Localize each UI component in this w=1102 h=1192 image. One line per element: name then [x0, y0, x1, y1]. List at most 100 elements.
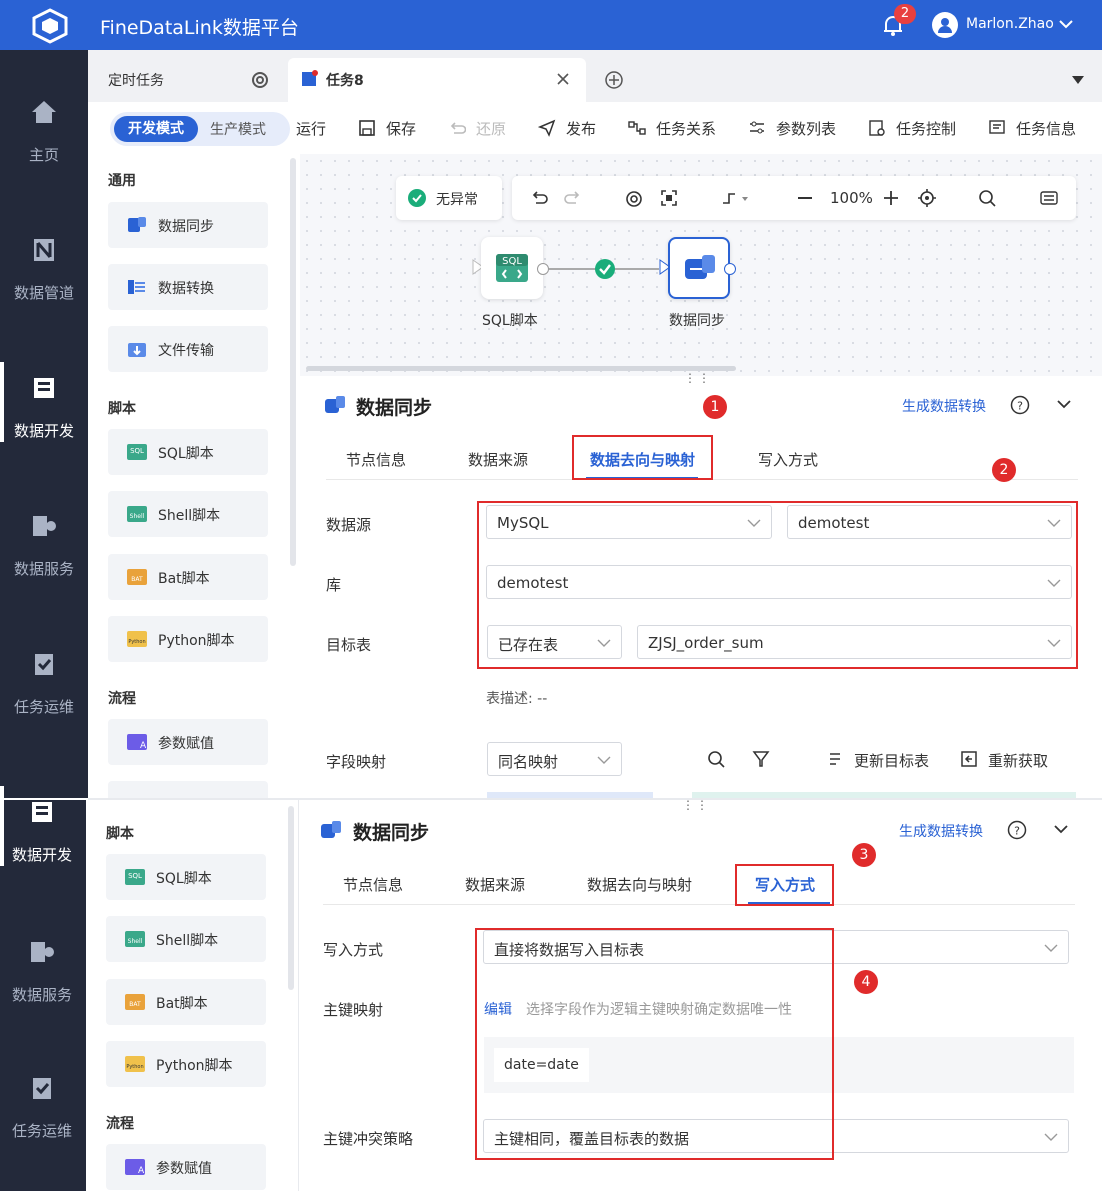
prod-mode-button[interactable]: 生产模式 [210, 119, 266, 139]
sidebar-item-ops[interactable]: 任务运维 [0, 648, 88, 768]
sidebar-item-service[interactable]: 数据服务 [0, 510, 88, 630]
update-target-icon [830, 753, 840, 765]
filter-icon[interactable] [752, 750, 770, 768]
sidebar-label: 数据服务 [11, 986, 72, 1004]
flow-node-data-sync[interactable] [668, 237, 730, 299]
node-item-label: Bat脚本 [158, 571, 210, 587]
sidebar-label: 数据管道 [13, 284, 74, 302]
svg-text:A: A [138, 1166, 145, 1176]
chevron-down-icon[interactable] [1058, 16, 1074, 32]
keyboard-icon[interactable] [1040, 191, 1058, 205]
sidebar-item-service[interactable]: 数据服务 [0, 936, 88, 1056]
generate-transform-link[interactable]: 生成数据转换 [899, 821, 983, 841]
datasource-label: 数据源 [326, 516, 372, 534]
tab-scheduled[interactable]: 定时任务 [108, 70, 164, 90]
restore-button[interactable]: 还原 [476, 118, 506, 139]
step-marker-1: 1 [703, 395, 727, 419]
sidebar-item-ops[interactable]: 任务运维 [0, 1072, 88, 1192]
tab-data-source[interactable]: 数据来源 [465, 874, 525, 895]
node-item-bat[interactable]: BAT Bat脚本 [106, 979, 266, 1025]
gear-icon[interactable] [250, 70, 270, 90]
sidebar-item-pipeline[interactable]: 数据管道 [0, 234, 88, 354]
output-port-icon [724, 263, 736, 275]
node-item-file-transfer[interactable]: 文件传输 [108, 326, 268, 372]
help-icon[interactable]: ? [1010, 395, 1030, 415]
collapse-chevron-icon[interactable] [1053, 823, 1069, 835]
user-name[interactable]: Marlon.Zhao [966, 16, 1054, 32]
resize-handle[interactable]: ⋮⋮ [684, 371, 712, 385]
sidebar-bottom: 数据开发 数据服务 任务运维 [0, 786, 88, 1192]
fit-view-icon[interactable] [660, 189, 678, 207]
dev-icon [32, 802, 52, 822]
node-item-param-assign[interactable]: A 参数赋值 [106, 1144, 266, 1190]
tab-list-dropdown-icon[interactable] [1072, 76, 1084, 84]
highlight-box-target [477, 501, 1078, 669]
save-button[interactable]: 保存 [386, 118, 416, 139]
generate-transform-link[interactable]: 生成数据转换 [902, 396, 986, 416]
sql-script-icon: SQL [127, 444, 147, 460]
params-button[interactable]: 参数列表 [776, 118, 836, 139]
preview-icon[interactable] [624, 189, 644, 207]
search-icon[interactable] [707, 750, 725, 768]
tab-node-info[interactable]: 节点信息 [346, 449, 406, 470]
sidebar-item-dev[interactable]: 数据开发 [0, 786, 88, 916]
resize-handle[interactable]: ⋮⋮ [682, 798, 710, 812]
db-label: 库 [326, 576, 342, 594]
zoom-in-icon[interactable] [884, 191, 898, 205]
node-item-data-sync[interactable]: 数据同步 [108, 202, 268, 248]
section-title: 流程 [106, 1116, 134, 1132]
info-icon [989, 120, 1005, 134]
add-tab-icon[interactable] [604, 70, 624, 90]
locate-icon[interactable] [918, 189, 936, 207]
publish-button[interactable]: 发布 [566, 118, 596, 139]
task-file-icon [302, 70, 318, 86]
node-item-partial[interactable] [108, 781, 268, 798]
refetch-button[interactable]: 重新获取 [988, 750, 1048, 771]
node-item-bat[interactable]: BAT Bat脚本 [108, 554, 268, 600]
canvas-toolbar: 100% [512, 176, 1076, 220]
sidebar-item-dev[interactable]: 数据开发 [0, 362, 88, 492]
node-item-shell[interactable]: Shell Shell脚本 [106, 916, 266, 962]
sidebar-item-home[interactable]: 主页 [0, 96, 88, 216]
help-icon[interactable]: ? [1007, 820, 1027, 840]
run-button[interactable]: 运行 [296, 118, 326, 139]
node-item-sql[interactable]: SQL SQL脚本 [108, 429, 268, 475]
scrollbar[interactable] [290, 158, 296, 566]
node-item-shell[interactable]: Shell Shell脚本 [108, 491, 268, 537]
tab-write-mode[interactable]: 写入方式 [758, 449, 818, 470]
node-item-param-assign[interactable]: A 参数赋值 [108, 719, 268, 765]
scrollbar[interactable] [288, 806, 294, 990]
svg-text:BAT: BAT [129, 1001, 141, 1008]
home-icon [32, 101, 56, 123]
node-item-python[interactable]: Python Python脚本 [106, 1041, 266, 1087]
field-mapping-select[interactable]: 同名映射 [487, 742, 622, 776]
sql-badge-text: SQL [502, 256, 522, 267]
control-button[interactable]: 任务控制 [896, 118, 956, 139]
relations-button[interactable]: 任务关系 [656, 118, 716, 139]
ops-icon [33, 1078, 51, 1099]
dev-mode-button[interactable]: 开发模式 [114, 116, 198, 142]
info-button[interactable]: 任务信息 [1016, 118, 1076, 139]
connector-style-icon[interactable] [720, 189, 748, 207]
ops-icon [35, 654, 53, 675]
tab-data-source[interactable]: 数据来源 [468, 449, 528, 470]
panel-title: 数据同步 [356, 397, 433, 419]
node-item-sql[interactable]: SQL SQL脚本 [106, 854, 266, 900]
chevron-down-icon [1044, 944, 1058, 952]
update-target-button[interactable]: 更新目标表 [854, 750, 929, 771]
flow-node-sql[interactable]: SQL [481, 237, 543, 299]
zoom-level: 100% [830, 189, 873, 207]
collapse-chevron-icon[interactable] [1056, 398, 1072, 410]
redo-icon[interactable] [564, 190, 582, 206]
canvas-h-scrollbar[interactable] [306, 366, 736, 371]
tab-node-info[interactable]: 节点信息 [343, 874, 403, 895]
node-item-python[interactable]: Python Python脚本 [108, 616, 268, 662]
node-item-data-transform[interactable]: 数据转换 [108, 264, 268, 310]
sidebar-label: 数据服务 [13, 560, 74, 578]
close-icon[interactable] [556, 72, 570, 86]
user-avatar[interactable] [932, 12, 958, 38]
tab-data-target[interactable]: 数据去向与映射 [587, 874, 692, 895]
search-icon[interactable] [978, 189, 996, 207]
zoom-out-icon[interactable] [798, 197, 812, 199]
undo-icon[interactable] [530, 190, 548, 206]
